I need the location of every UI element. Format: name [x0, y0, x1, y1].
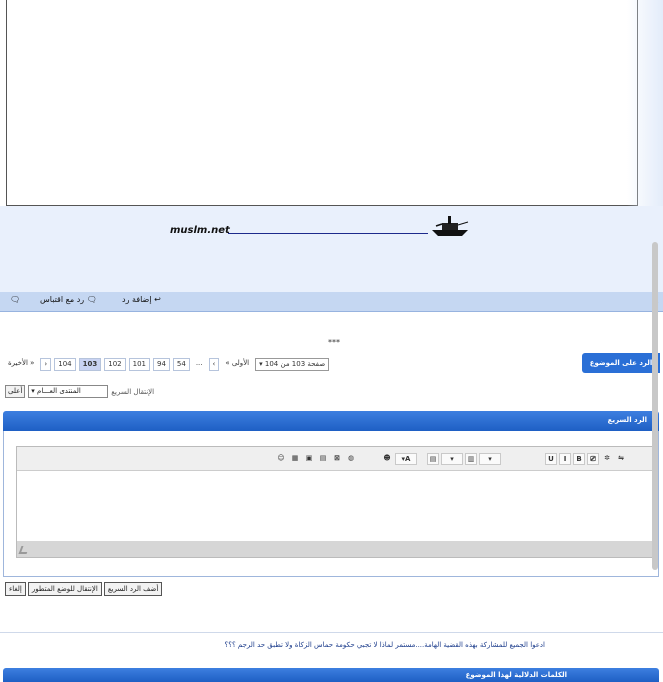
go-advanced-button[interactable]: الإنتقال للوضع المتطور: [27, 582, 102, 596]
tags-header: الكلمات الدلالية لهذا الموضوع: [3, 668, 659, 682]
quicknav-forum-value: المنتدى العـــام: [37, 387, 81, 395]
pager-first-link[interactable]: « الأولى: [222, 358, 252, 371]
video-icon[interactable]: ▤: [317, 453, 329, 465]
color-tools: ☻ ▾A: [381, 453, 417, 465]
pager-page-current: 103: [78, 357, 102, 371]
boat-signature-icon: [432, 216, 469, 236]
reply-arrow-icon: ↩: [154, 295, 161, 304]
insert-tools: ☺ ▦ ▣ ▤ ⊠ ◍: [275, 453, 357, 465]
signature-text: muslm.net: [170, 225, 230, 236]
post-actions-bar: 🗨 رد مع اقتباس 🗨 إضافة رد ↩ ▲: [0, 292, 663, 312]
add-reply-button[interactable]: إضافة رد ↩: [122, 295, 161, 304]
pager-last-label: الأخيرة: [8, 358, 28, 367]
quicknav-label: الإنتقال السريع: [111, 387, 155, 396]
quicknav-go-button[interactable]: أعلى: [5, 385, 26, 398]
font-tools: ▤ ▾ ▥ ▾: [427, 453, 501, 465]
pager-page[interactable]: 102: [104, 357, 126, 371]
size-icon[interactable]: ▤: [427, 453, 439, 465]
quote-icon: 🗨: [86, 295, 97, 304]
chevron-down-icon: ▾: [31, 387, 35, 395]
image-icon[interactable]: ▣: [303, 453, 315, 465]
topic-title-link[interactable]: ادعوا الجميع للمشاركة بهذه القضية الهامة…: [225, 641, 545, 649]
signature-area: [0, 206, 663, 292]
font-color-button[interactable]: ▾A: [395, 453, 417, 465]
pager-prev[interactable]: ‹: [208, 357, 220, 371]
quick-reply-toggle-icon[interactable]: 🗨: [10, 295, 20, 304]
pager-last-link[interactable]: الأخيرة »: [5, 358, 37, 371]
spell-check-icon[interactable]: ✲: [601, 453, 613, 465]
pager-page[interactable]: 101: [128, 357, 150, 371]
italic-button[interactable]: I: [559, 453, 571, 465]
reply-with-quote-button[interactable]: رد مع اقتباس 🗨: [40, 295, 97, 304]
remove-format-icon[interactable]: ⎚: [587, 453, 599, 465]
post-quick-reply-button[interactable]: أضف الرد السريع: [103, 582, 163, 596]
pager-page[interactable]: 94: [152, 357, 170, 371]
post-body: [6, 0, 638, 206]
resize-grip-icon[interactable]: [18, 546, 30, 554]
separator-stars: ***: [328, 338, 340, 347]
quicknav-forum-select[interactable]: ▾ المنتدى العـــام: [28, 385, 109, 398]
font-icon[interactable]: ▥: [465, 453, 477, 465]
table-icon[interactable]: ▦: [289, 453, 301, 465]
pager-ellipsis: ...: [195, 358, 203, 367]
pager-page[interactable]: 54: [172, 357, 190, 371]
add-reply-label: إضافة رد: [122, 295, 152, 304]
font-size-select[interactable]: ▾: [441, 453, 463, 465]
font-color-label: A: [405, 455, 411, 463]
cancel-button[interactable]: إلغاء: [5, 582, 26, 596]
page: muslm.net 🗨 رد مع اقتباس 🗨 إضافة رد ↩ ▲ …: [0, 0, 663, 682]
bold-button[interactable]: B: [573, 453, 585, 465]
pagination: الأخيرة » › 104 103 102 101 94 54 ... ‹ …: [5, 357, 330, 371]
reply-editor: ☺ ▦ ▣ ▤ ⊠ ◍ ☻ ▾A ▤ ▾ ▥ ▾ U I B ⎚ ✲ ⇋: [16, 446, 656, 558]
signature-line: [228, 233, 428, 234]
emoji-icon[interactable]: ☻: [381, 453, 393, 465]
link-icon[interactable]: ⊠: [331, 453, 343, 465]
pager-page-of: صفحة 103 من 104: [264, 359, 326, 368]
quick-reply-header: الرد السريع: [3, 411, 659, 431]
pager-page-select[interactable]: ▾ صفحة 103 من 104: [255, 357, 330, 371]
tags-header-title: الكلمات الدلالية لهذا الموضوع: [465, 671, 567, 679]
source-toggle-icon[interactable]: ⇋: [615, 453, 627, 465]
editor-toolbar: ☺ ▦ ▣ ▤ ⊠ ◍ ☻ ▾A ▤ ▾ ▥ ▾ U I B ⎚ ✲ ⇋: [17, 447, 655, 471]
pager-page[interactable]: 104: [54, 357, 76, 371]
globe-icon[interactable]: ◍: [345, 453, 357, 465]
reply-topic-label: الرد على الموضوع: [589, 359, 653, 367]
pager-next[interactable]: ›: [40, 357, 52, 371]
reply-with-quote-label: رد مع اقتباس: [40, 295, 85, 304]
section-divider: [0, 632, 663, 633]
scrollbar[interactable]: [652, 242, 658, 570]
editor-resize-bar[interactable]: [17, 541, 655, 557]
font-family-select[interactable]: ▾: [479, 453, 501, 465]
reply-topic-button[interactable]: الرد على الموضوع: [582, 353, 660, 373]
smiley-icon[interactable]: ☺: [275, 453, 287, 465]
underline-button[interactable]: U: [545, 453, 557, 465]
format-tools: U I B ⎚ ✲ ⇋: [545, 453, 627, 465]
quick-reply-title: الرد السريع: [607, 416, 647, 424]
quick-navigation: أعلى ▾ المنتدى العـــام الإنتقال السريع: [5, 385, 154, 398]
reply-submit-buttons: إلغاء الإنتقال للوضع المتطور أضف الرد ال…: [5, 582, 163, 596]
reply-textarea[interactable]: [17, 471, 655, 543]
pager-first-label: الأولى: [231, 358, 250, 367]
